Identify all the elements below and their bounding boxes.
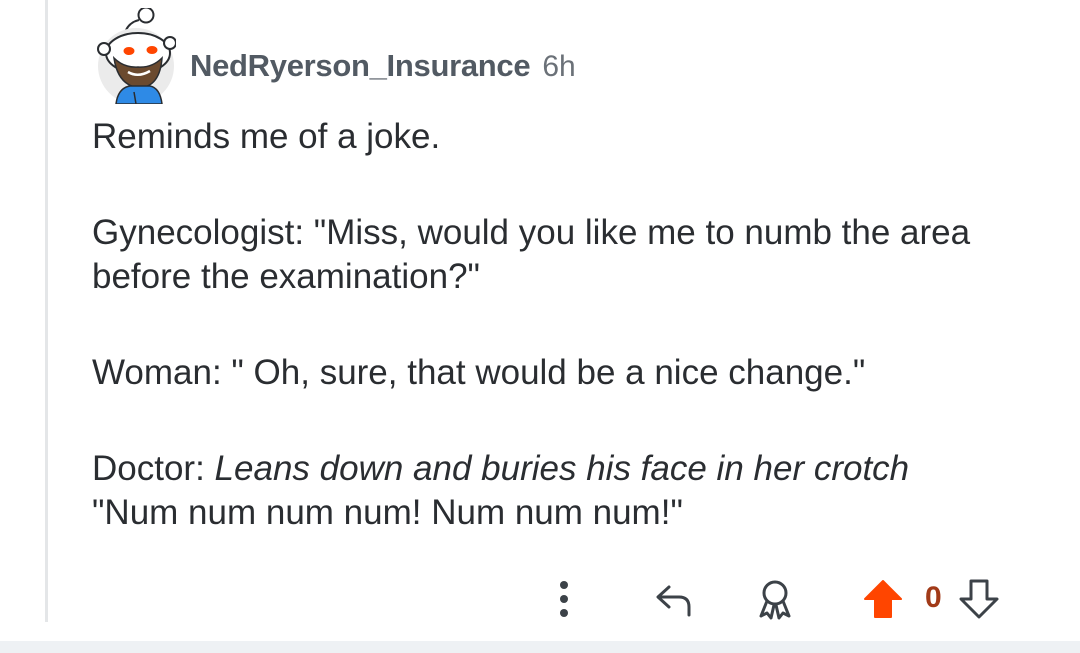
more-options-icon (560, 581, 568, 617)
more-options-button[interactable] (546, 575, 582, 623)
comment-paragraph: Gynecologist: "Miss, would you like me t… (92, 213, 971, 296)
doctor-line: "Num num num num! Num num num!" (92, 493, 683, 532)
comment-header: NedRyerson_Insurance 6h (190, 48, 576, 88)
user-avatar[interactable] (96, 6, 177, 105)
award-button[interactable] (750, 575, 800, 623)
doctor-prefix: Doctor: (92, 449, 215, 488)
italic-action-text: Leans down and buries his face in her cr… (214, 449, 910, 488)
thread-line[interactable] (45, 0, 48, 622)
snoo-avatar-icon (97, 6, 177, 105)
comment-paragraph: Reminds me of a joke. (92, 117, 441, 156)
award-icon (759, 580, 791, 620)
comment-paragraph: Doctor: Leans down and buries his face i… (92, 447, 1052, 535)
downvote-button[interactable] (956, 575, 1002, 623)
upvote-button[interactable] (860, 575, 906, 623)
comment-timestamp: 6h (542, 50, 576, 83)
comment-paragraph: Woman: " Oh, sure, that would be a nice … (92, 353, 866, 392)
downvote-icon (959, 579, 999, 619)
vote-count: 0 (925, 581, 942, 614)
username-link[interactable]: NedRyerson_Insurance (190, 48, 531, 84)
comment-body: Reminds me of a joke. Gynecologist: "Mis… (92, 115, 1052, 535)
comment-view: NedRyerson_Insurance 6h Reminds me of a … (0, 0, 1080, 653)
reply-button[interactable] (650, 575, 700, 623)
upvote-icon (864, 580, 902, 618)
bottom-divider (0, 641, 1080, 653)
reply-icon (656, 585, 691, 617)
